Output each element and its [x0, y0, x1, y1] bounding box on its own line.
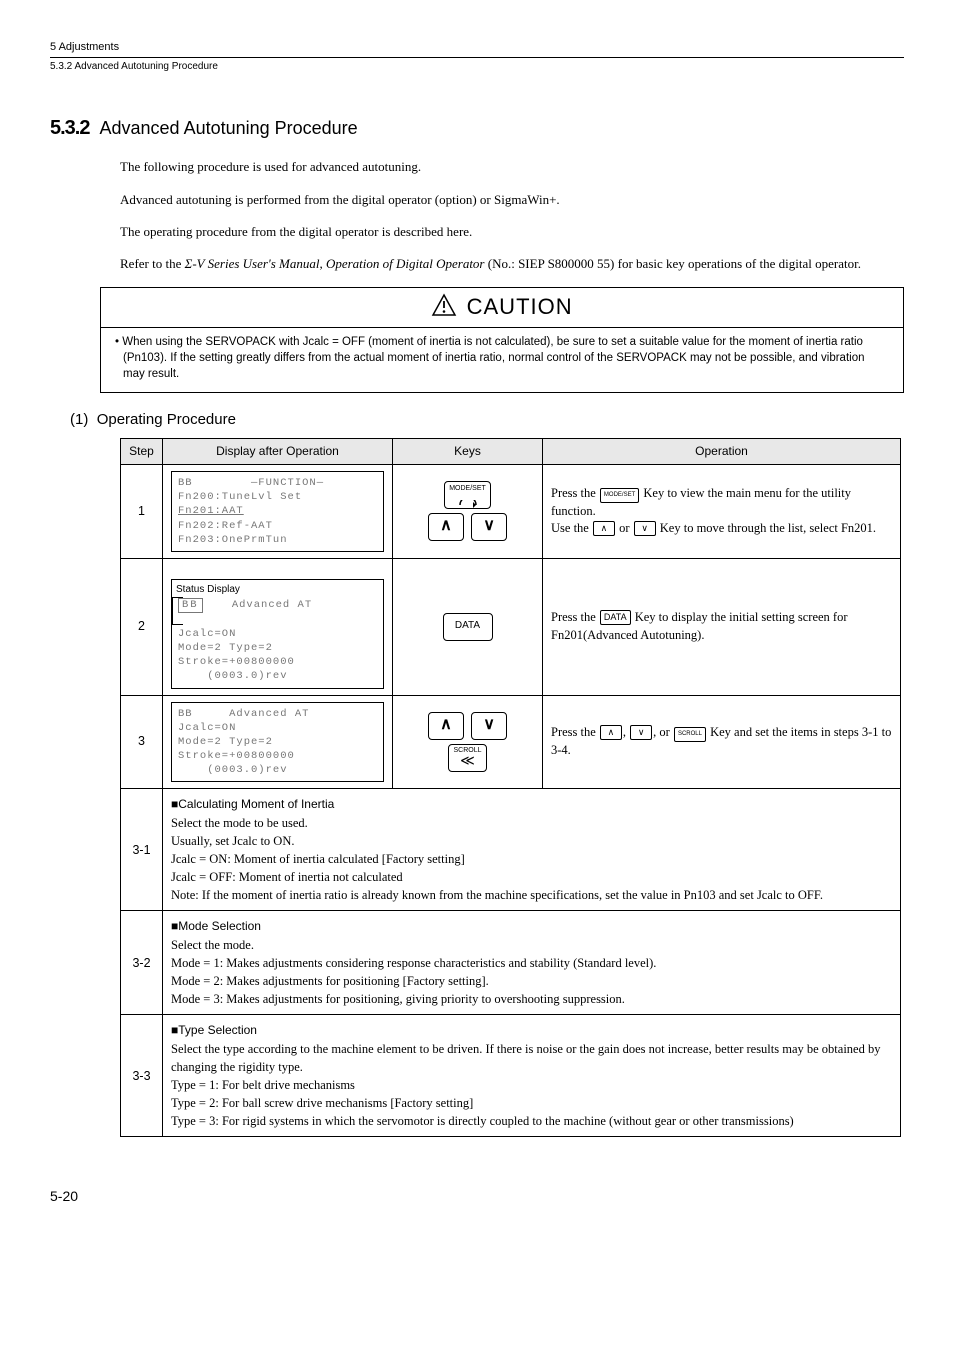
scroll-key-inline: SCROLL	[674, 727, 706, 742]
down-key-inline: ∨	[634, 521, 656, 536]
page-header-subsection: 5.3.2 Advanced Autotuning Procedure	[50, 60, 904, 74]
modeset-key-inline: MODE/SET	[600, 488, 639, 503]
table-row: 1 BB ―FUNCTION― Fn200:TuneLvl Set Fn201:…	[121, 465, 901, 559]
table-row: 3-2 ■Mode Selection Select the mode. Mod…	[121, 911, 901, 1015]
table-row: 3-1 ■Calculating Moment of Inertia Selec…	[121, 789, 901, 911]
operation-text: Press the ∧, ∨, or SCROLL Key and set th…	[543, 695, 901, 789]
caution-box: CAUTION • When using the SERVOPACK with …	[100, 287, 904, 393]
col-operation: Operation	[543, 439, 901, 465]
note-cell: ■Type Selection Select the type accordin…	[163, 1015, 901, 1137]
step-number: 3	[121, 695, 163, 789]
operation-text: Press the MODE/SET Key to view the main …	[543, 465, 901, 559]
intro-p1: The following procedure is used for adva…	[120, 158, 904, 176]
caution-body: • When using the SERVOPACK with Jcalc = …	[101, 328, 903, 392]
col-step: Step	[121, 439, 163, 465]
col-keys: Keys	[393, 439, 543, 465]
table-row: 3 BB Advanced AT Jcalc=ON Mode=2 Type=2 …	[121, 695, 901, 789]
data-key-inline: DATA	[600, 610, 631, 625]
table-row: 3-3 ■Type Selection Select the type acco…	[121, 1015, 901, 1137]
caution-icon	[431, 293, 457, 322]
lcd-display: Status DisplayBB Advanced AT Jcalc=ON Mo…	[171, 579, 384, 689]
down-key-inline: ∨	[630, 725, 652, 740]
caution-label: CAUTION	[467, 294, 573, 319]
table-row: 2 Status DisplayBB Advanced AT Jcalc=ON …	[121, 558, 901, 695]
page-number: 5-20	[50, 1187, 904, 1207]
step-number: 2	[121, 558, 163, 695]
operation-text: Press the DATA Key to display the initia…	[543, 558, 901, 695]
step-number: 1	[121, 465, 163, 559]
section-number: 5.3.2	[50, 117, 89, 139]
intro-p4: Refer to the Σ-V Series User's Manual, O…	[120, 255, 904, 273]
step-number: 3-1	[121, 789, 163, 911]
down-key: ∨	[471, 712, 507, 740]
up-key-inline: ∧	[593, 521, 615, 536]
col-display: Display after Operation	[163, 439, 393, 465]
step-number: 3-3	[121, 1015, 163, 1137]
page-header-chapter: 5 Adjustments	[50, 40, 904, 58]
step-number: 3-2	[121, 911, 163, 1015]
note-cell: ■Calculating Moment of Inertia Select th…	[163, 789, 901, 911]
up-key-inline: ∧	[600, 725, 622, 740]
section-heading: Advanced Autotuning Procedure	[100, 118, 358, 138]
note-cell: ■Mode Selection Select the mode. Mode = …	[163, 911, 901, 1015]
up-key: ∧	[428, 513, 464, 541]
modeset-key: MODE/SET	[444, 481, 491, 509]
lcd-display: BB Advanced AT Jcalc=ON Mode=2 Type=2 St…	[171, 702, 384, 783]
intro-p3: The operating procedure from the digital…	[120, 223, 904, 241]
procedure-table: Step Display after Operation Keys Operat…	[120, 438, 901, 1137]
data-key: DATA	[443, 613, 493, 641]
scroll-key: SCROLL ≪	[448, 744, 486, 772]
intro-p2: Advanced autotuning is performed from th…	[120, 191, 904, 209]
operating-procedure-heading: (1) Operating Procedure	[70, 409, 904, 430]
down-key: ∨	[471, 513, 507, 541]
lcd-display: BB ―FUNCTION― Fn200:TuneLvl Set Fn201:AA…	[171, 471, 384, 552]
up-key: ∧	[428, 712, 464, 740]
section-title: 5.3.2 Advanced Autotuning Procedure	[50, 114, 904, 142]
